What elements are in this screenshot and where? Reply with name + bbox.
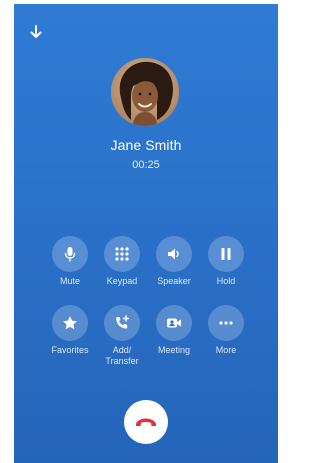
keypad-label: Keypad xyxy=(106,276,138,286)
mute-label: Mute xyxy=(59,276,80,286)
add-transfer-label: Add/ Transfer xyxy=(105,345,139,366)
speaker-button[interactable]: Speaker xyxy=(148,236,200,287)
more-button[interactable]: More xyxy=(200,305,252,356)
end-call-button[interactable] xyxy=(124,400,168,444)
speaker-label: Speaker xyxy=(157,276,191,286)
arrow-down-icon xyxy=(30,25,42,38)
caller-name: Jane Smith xyxy=(110,137,182,153)
caller-avatar xyxy=(111,58,179,126)
hold-label: Hold xyxy=(216,276,236,286)
star-icon xyxy=(63,316,77,330)
favorites-button[interactable]: Favorites xyxy=(44,305,96,356)
speaker-icon xyxy=(168,248,179,260)
microphone-icon xyxy=(64,247,76,262)
more-dots-icon xyxy=(219,321,233,325)
meeting-button[interactable]: Meeting xyxy=(148,305,200,356)
add-transfer-button[interactable]: Add/ Transfer xyxy=(96,305,148,367)
call-screen: Jane Smith 00:25 Mute Keypad Speaker Hol… xyxy=(14,4,278,463)
video-camera-icon xyxy=(167,318,181,328)
hold-button[interactable]: Hold xyxy=(200,236,252,287)
minimize-call-button[interactable] xyxy=(26,22,46,42)
mute-button[interactable]: Mute xyxy=(44,236,96,287)
keypad-button[interactable]: Keypad xyxy=(96,236,148,287)
pause-icon xyxy=(221,248,231,260)
phone-add-icon xyxy=(116,315,130,329)
hang-up-icon xyxy=(136,418,156,426)
call-timer: 00:25 xyxy=(132,159,160,171)
more-label: More xyxy=(215,345,237,355)
favorites-label: Favorites xyxy=(51,345,89,355)
meeting-label: Meeting xyxy=(157,345,191,355)
keypad-icon xyxy=(115,247,129,261)
